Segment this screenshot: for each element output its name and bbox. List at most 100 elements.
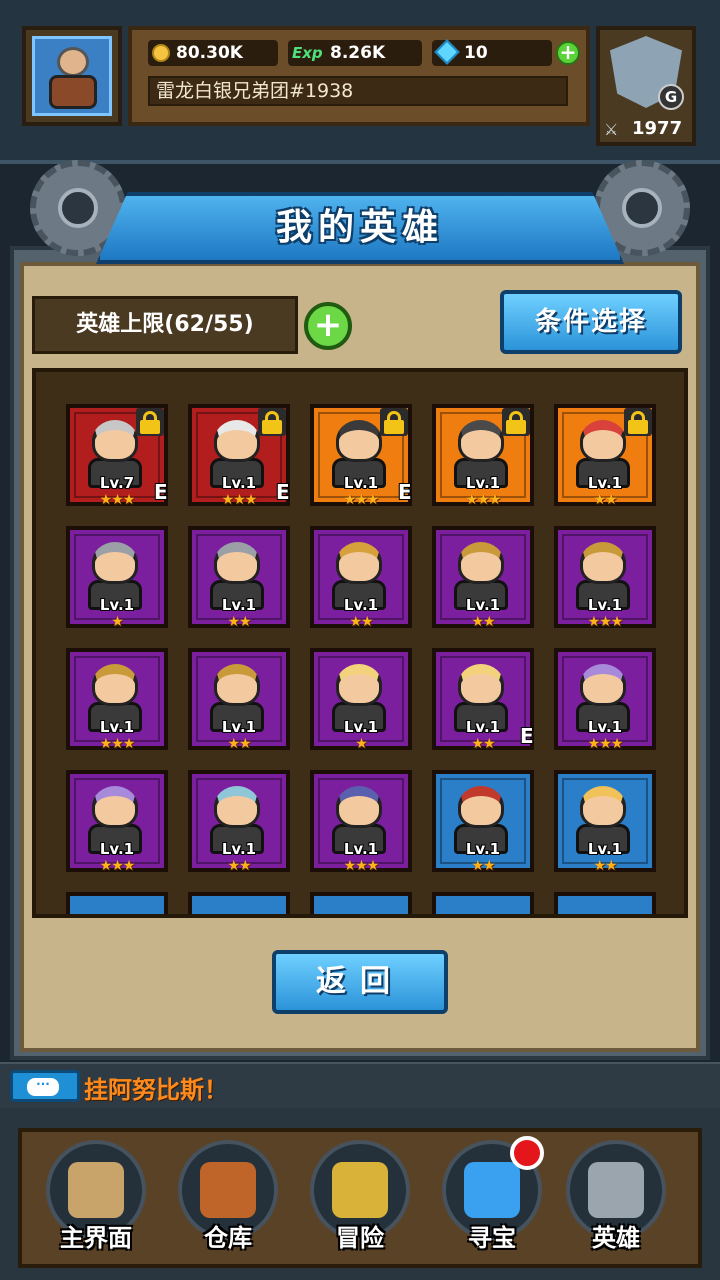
- hero-card[interactable]: Lv.1 ★★★: [554, 526, 656, 630]
- hero-card[interactable]: Lv.1 ★★★: [310, 770, 412, 874]
- nav-label: 仓库: [204, 1224, 252, 1252]
- hero-card[interactable]: Lv.1 ★★: [188, 770, 290, 874]
- hero-portrait-icon: [458, 542, 504, 584]
- hero-stars: ★★: [471, 858, 495, 874]
- guild-name: 雷龙白银兄弟团#1938: [148, 76, 568, 106]
- lock-icon[interactable]: [502, 408, 530, 436]
- nav-label: 英雄: [592, 1224, 640, 1252]
- add-gems-button[interactable]: +: [556, 41, 580, 65]
- lock-body: [628, 420, 648, 434]
- hero-card[interactable]: Lv.1 ★★: [188, 526, 290, 630]
- hero-portrait-icon: [580, 786, 626, 828]
- avatar-portrait-icon: [32, 36, 112, 116]
- hero-level: Lv.7: [99, 474, 135, 492]
- hero-stars: ★★★: [343, 492, 380, 508]
- chat-message: 挂阿努比斯！: [84, 1076, 228, 1104]
- hero-stars: ★★★: [465, 492, 502, 508]
- hero-stars: ★: [355, 736, 368, 752]
- notification-dot: [510, 1136, 544, 1170]
- hero-card[interactable]: Lv.1 ★★★ E: [188, 404, 290, 508]
- hero-card[interactable]: Lv.1 ★: [310, 648, 412, 752]
- chat-bubble-icon: ···: [27, 1078, 59, 1096]
- hero-level: Lv.1: [587, 596, 623, 614]
- hero-level: Lv.1: [465, 718, 501, 736]
- hero-stars: ★★★: [343, 858, 380, 874]
- title-banner: 我的英雄: [96, 192, 624, 264]
- hero-stars: ★★★: [587, 614, 624, 630]
- hero-card-partial[interactable]: [554, 892, 656, 914]
- hero-limit: 英雄上限(62/55): [32, 296, 298, 354]
- hero-stars: ★★★: [221, 492, 258, 508]
- hero-card[interactable]: Lv.1 ★★★: [554, 648, 656, 752]
- hero-level: Lv.1: [343, 718, 379, 736]
- hero-portrait-icon: [458, 420, 504, 462]
- rank-panel[interactable]: G ⚔ 1977: [596, 26, 696, 146]
- hero-level: Lv.1: [343, 840, 379, 858]
- nav-item[interactable]: 仓库: [168, 1132, 288, 1262]
- lock-body: [262, 420, 282, 434]
- hero-portrait-icon: [458, 786, 504, 828]
- hero-card-partial[interactable]: [188, 892, 290, 914]
- hero-level: Lv.1: [587, 718, 623, 736]
- hero-stars: ★★: [227, 614, 251, 630]
- hero-portrait-icon: [92, 786, 138, 828]
- hero-level: Lv.1: [465, 596, 501, 614]
- hero-card-partial[interactable]: [432, 892, 534, 914]
- lock-icon[interactable]: [380, 408, 408, 436]
- hero-card[interactable]: Lv.1 ★★: [554, 404, 656, 508]
- hero-stars: ★★: [593, 858, 617, 874]
- nav-item[interactable]: 英雄: [556, 1132, 676, 1262]
- hero-portrait-icon: [214, 542, 260, 584]
- nav-label: 主界面: [60, 1224, 132, 1252]
- lock-icon[interactable]: [258, 408, 286, 436]
- hero-card[interactable]: Lv.7 ★★★ E: [66, 404, 168, 508]
- hero-portrait-icon: [336, 786, 382, 828]
- expand-limit-button[interactable]: +: [304, 302, 352, 350]
- back-button[interactable]: 返回: [272, 950, 448, 1014]
- equipped-badge: E: [276, 480, 290, 504]
- hero-card-partial[interactable]: [66, 892, 168, 914]
- hero-card[interactable]: Lv.1 ★★★: [66, 770, 168, 874]
- hero-portrait-icon: [580, 664, 626, 706]
- hero-stars: ★★: [471, 614, 495, 630]
- hero-card[interactable]: Lv.1 ★★: [554, 770, 656, 874]
- hero-portrait-icon: [336, 664, 382, 706]
- lock-icon[interactable]: [624, 408, 652, 436]
- hero-grid: Lv.7 ★★★ E Lv.1 ★★★ E Lv.1 ★★★ E Lv.1 ★★★ Lv.1 ★★ Lv.…: [32, 368, 688, 918]
- hero-card[interactable]: Lv.1 ★★: [310, 526, 412, 630]
- hero-level: Lv.1: [221, 840, 257, 858]
- lock-body: [384, 420, 404, 434]
- chat-bar[interactable]: ··· 挂阿努比斯！: [0, 1062, 720, 1110]
- hero-card[interactable]: Lv.1 ★★ E: [432, 648, 534, 752]
- sword-emblem-icon: [332, 1162, 388, 1218]
- hero-level: Lv.1: [587, 840, 623, 858]
- hero-card[interactable]: Lv.1 ★★: [432, 770, 534, 874]
- nav-label: 寻宝: [468, 1224, 516, 1252]
- hero-card[interactable]: Lv.1 ★: [66, 526, 168, 630]
- chat-button[interactable]: ···: [10, 1070, 80, 1102]
- hero-card[interactable]: Lv.1 ★★★: [66, 648, 168, 752]
- filter-button[interactable]: 条件选择: [500, 290, 682, 354]
- hero-card-partial[interactable]: [310, 892, 412, 914]
- nav-item[interactable]: 主界面: [36, 1132, 156, 1262]
- hero-stars: ★★: [227, 858, 251, 874]
- nav-item[interactable]: 冒险: [300, 1132, 420, 1262]
- gold-coin-icon: [152, 44, 170, 62]
- gold-counter: 80.30K: [148, 40, 278, 66]
- rank-letter: G: [658, 84, 684, 110]
- hero-stars: ★★: [227, 736, 251, 752]
- hero-card[interactable]: Lv.1 ★★: [188, 648, 290, 752]
- lock-icon[interactable]: [136, 408, 164, 436]
- hero-portrait-icon: [92, 664, 138, 706]
- equipped-badge: E: [398, 480, 412, 504]
- hero-card[interactable]: Lv.1 ★★★ E: [310, 404, 412, 508]
- hero-portrait-icon: [214, 420, 260, 462]
- hero-stars: ★★★: [99, 492, 136, 508]
- hero-stars: ★★★: [99, 858, 136, 874]
- hero-portrait-icon: [92, 420, 138, 462]
- hero-level: Lv.1: [99, 596, 135, 614]
- hero-card[interactable]: Lv.1 ★★: [432, 526, 534, 630]
- player-avatar[interactable]: [22, 26, 122, 126]
- gold-value: 80.30K: [176, 43, 243, 63]
- hero-card[interactable]: Lv.1 ★★★: [432, 404, 534, 508]
